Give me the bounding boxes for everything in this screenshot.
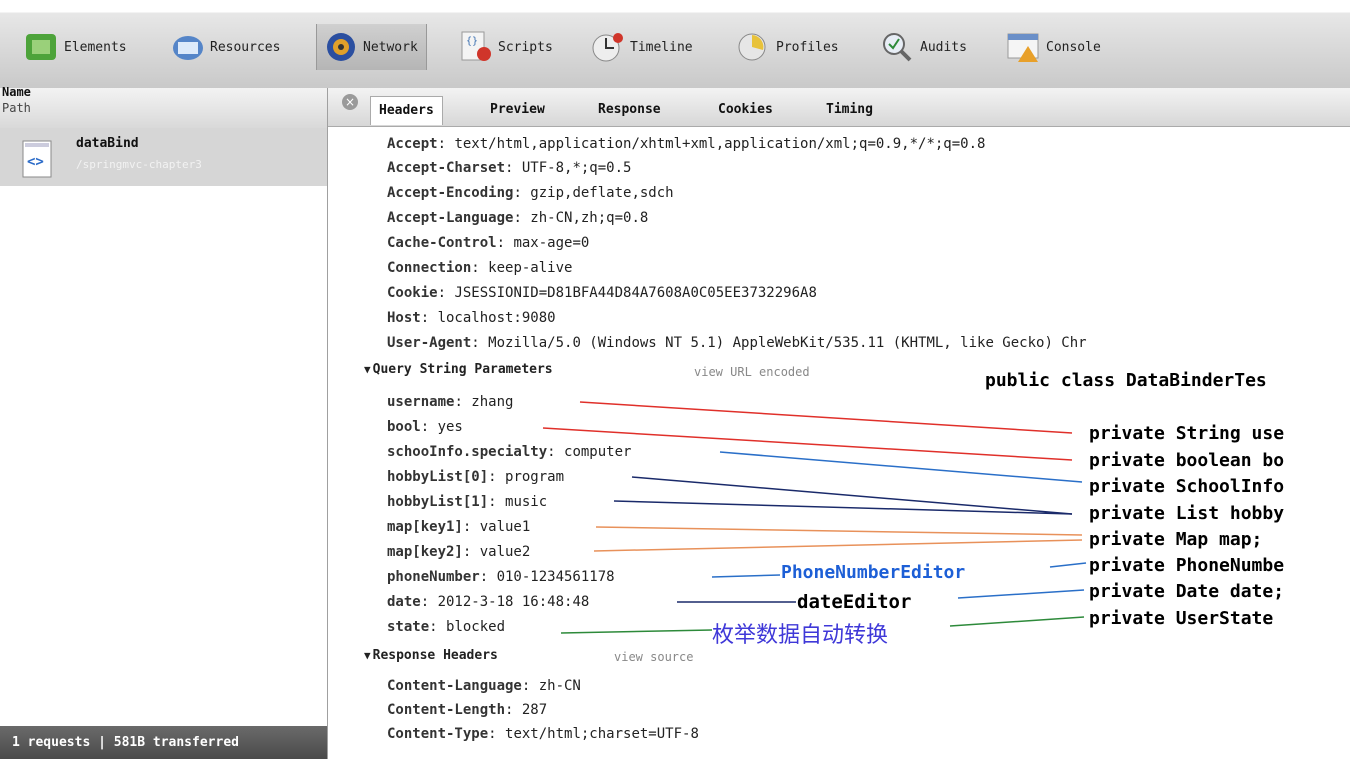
class-declaration-annotation: public class DataBinderTes	[985, 370, 1267, 391]
enum-conversion-annotation: 枚举数据自动转换	[712, 623, 889, 648]
field-annotation: private Map map;	[1089, 529, 1263, 550]
field-annotation: private Date date;	[1089, 581, 1285, 602]
field-annotation: private List hobby	[1089, 503, 1285, 524]
field-annotation: private boolean bo	[1089, 450, 1285, 471]
field-annotation: private SchoolInfo	[1089, 476, 1285, 497]
date-editor-annotation: dateEditor	[797, 591, 912, 613]
phone-editor-annotation: PhoneNumberEditor	[781, 562, 966, 583]
field-annotation: private UserState	[1089, 608, 1274, 629]
field-annotation: private String use	[1089, 423, 1285, 444]
field-annotation: private PhoneNumbe	[1089, 555, 1285, 576]
